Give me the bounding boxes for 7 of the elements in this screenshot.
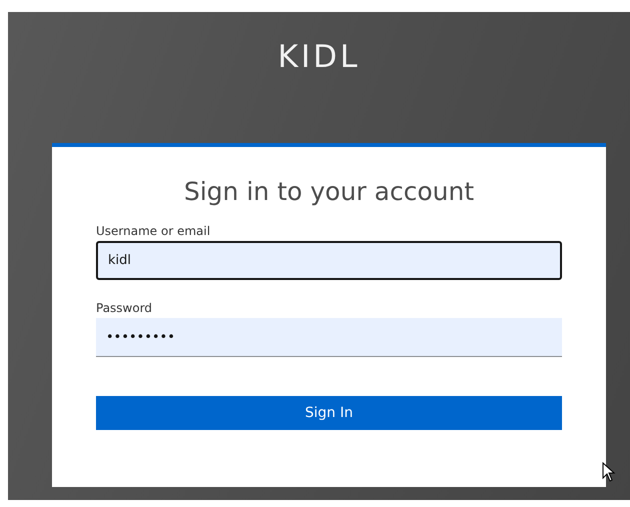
field-label: Username or email [96,223,210,239]
input-field[interactable]: kidl [96,241,562,280]
sign-in-button[interactable]: Sign In [96,396,562,430]
card-title: Sign in to your account [184,177,474,207]
brand-title: KIDL [278,38,360,76]
input-field[interactable]: ••••••••• [96,318,562,357]
field-label: Password [96,300,152,316]
